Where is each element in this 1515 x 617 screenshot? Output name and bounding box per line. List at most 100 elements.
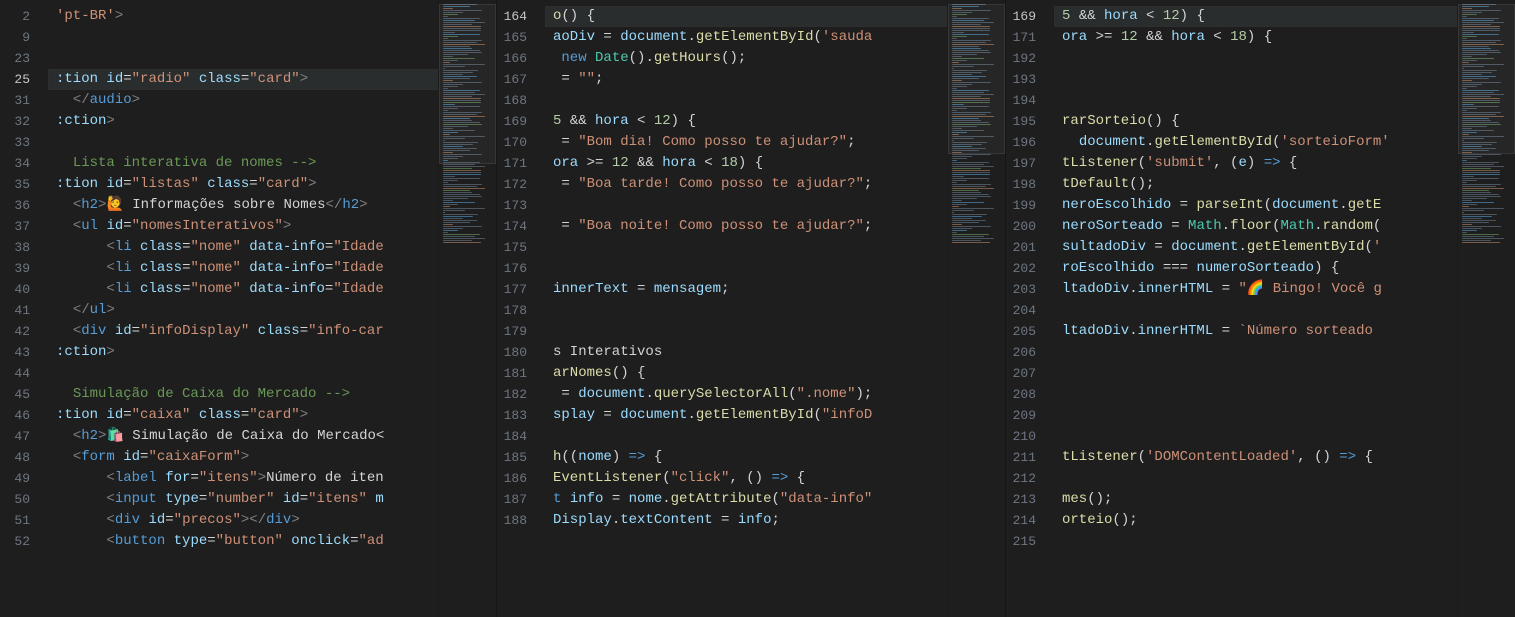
line-number: 207 xyxy=(1006,363,1054,384)
code-line[interactable]: = document.querySelectorAll(".nome"); xyxy=(553,384,947,405)
code-line[interactable]: <ul id="nomesInterativos"> xyxy=(56,216,438,237)
editor-pane-2[interactable]: 1641651661671681691701711721731741751761… xyxy=(497,0,1006,617)
code-line[interactable]: = ""; xyxy=(553,69,947,90)
code-line[interactable]: t info = nome.getAttribute("data-info" xyxy=(553,489,947,510)
line-number: 177 xyxy=(497,279,545,300)
code-line[interactable]: innerText = mensagem; xyxy=(553,279,947,300)
minimap-1[interactable] xyxy=(438,0,496,617)
code-line[interactable] xyxy=(1062,342,1457,363)
minimap-viewport-1[interactable] xyxy=(439,4,496,164)
code-line[interactable] xyxy=(1062,363,1457,384)
code-area-2[interactable]: o() {aoDiv = document.getElementById('sa… xyxy=(545,0,947,617)
minimap-2[interactable] xyxy=(947,0,1005,617)
line-number: 42 xyxy=(0,321,48,342)
code-line[interactable]: aoDiv = document.getElementById('sauda xyxy=(553,27,947,48)
code-line[interactable]: ltadoDiv.innerHTML = `Número sorteado xyxy=(1062,321,1457,342)
code-line[interactable]: new Date().getHours(); xyxy=(553,48,947,69)
code-line[interactable]: <label for="itens">Número de iten xyxy=(56,468,438,489)
code-line[interactable] xyxy=(1062,531,1457,552)
code-line[interactable]: 5 && hora < 12) { xyxy=(1054,6,1457,27)
code-line[interactable] xyxy=(553,258,947,279)
code-line[interactable]: = "Boa tarde! Como posso te ajudar?"; xyxy=(553,174,947,195)
code-line[interactable] xyxy=(553,90,947,111)
code-line[interactable]: neroEscolhido = parseInt(document.getE xyxy=(1062,195,1457,216)
code-line[interactable]: h((nome) => { xyxy=(553,447,947,468)
code-line[interactable]: <h2>🛍️ Simulação de Caixa do Mercado< xyxy=(56,426,438,447)
line-number: 174 xyxy=(497,216,545,237)
minimap-3[interactable] xyxy=(1457,0,1515,617)
code-line[interactable] xyxy=(56,27,438,48)
line-number: 49 xyxy=(0,468,48,489)
code-line[interactable]: <button type="button" onclick="ad xyxy=(56,531,438,552)
code-line[interactable]: :tion id="listas" class="card"> xyxy=(56,174,438,195)
code-line[interactable] xyxy=(1062,69,1457,90)
code-line[interactable]: = "Bom dia! Como posso te ajudar?"; xyxy=(553,132,947,153)
code-line[interactable] xyxy=(1062,405,1457,426)
code-line[interactable]: tDefault(); xyxy=(1062,174,1457,195)
editor-pane-3[interactable]: 1691711921931941951961971981992002012022… xyxy=(1006,0,1515,617)
code-line[interactable]: <li class="nome" data-info="Idade xyxy=(56,237,438,258)
code-line[interactable]: tListener('submit', (e) => { xyxy=(1062,153,1457,174)
code-line[interactable]: </audio> xyxy=(56,90,438,111)
code-line[interactable]: 'pt-BR'> xyxy=(56,6,438,27)
code-line[interactable]: Lista interativa de nomes --> xyxy=(56,153,438,174)
minimap-viewport-3[interactable] xyxy=(1458,4,1515,154)
code-line[interactable]: s Interativos xyxy=(553,342,947,363)
code-line[interactable] xyxy=(553,426,947,447)
minimap-viewport-2[interactable] xyxy=(948,4,1005,154)
code-line[interactable]: <form id="caixaForm"> xyxy=(56,447,438,468)
code-line[interactable]: neroSorteado = Math.floor(Math.random( xyxy=(1062,216,1457,237)
code-line[interactable]: rarSorteio() { xyxy=(1062,111,1457,132)
code-line[interactable]: ltadoDiv.innerHTML = "🌈 Bingo! Você g xyxy=(1062,279,1457,300)
gutter-3: 1691711921931941951961971981992002012022… xyxy=(1006,0,1054,617)
code-line[interactable]: sultadoDiv = document.getElementById(' xyxy=(1062,237,1457,258)
code-line[interactable]: splay = document.getElementById("infoD xyxy=(553,405,947,426)
code-line[interactable]: :ction> xyxy=(56,342,438,363)
code-line[interactable]: <li class="nome" data-info="Idade xyxy=(56,258,438,279)
code-line[interactable]: <h2>🙋 Informações sobre Nomes</h2> xyxy=(56,195,438,216)
code-line[interactable]: Display.textContent = info; xyxy=(553,510,947,531)
code-line[interactable] xyxy=(553,237,947,258)
code-line[interactable] xyxy=(1062,300,1457,321)
line-number: 35 xyxy=(0,174,48,195)
line-number: 196 xyxy=(1006,132,1054,153)
code-line[interactable]: roEscolhido === numeroSorteado) { xyxy=(1062,258,1457,279)
code-line[interactable] xyxy=(553,195,947,216)
line-number: 51 xyxy=(0,510,48,531)
code-area-1[interactable]: 'pt-BR'> :tion id="radio" class="card"> <… xyxy=(48,0,438,617)
code-line[interactable]: <input type="number" id="itens" m xyxy=(56,489,438,510)
code-line[interactable] xyxy=(56,132,438,153)
code-line[interactable] xyxy=(56,48,438,69)
code-line[interactable] xyxy=(1062,384,1457,405)
code-line[interactable]: <div id="infoDisplay" class="info-car xyxy=(56,321,438,342)
code-line[interactable] xyxy=(1062,90,1457,111)
code-line[interactable]: :ction> xyxy=(56,111,438,132)
code-line[interactable] xyxy=(553,321,947,342)
code-line[interactable]: arNomes() { xyxy=(553,363,947,384)
code-line[interactable] xyxy=(1062,426,1457,447)
code-line[interactable]: </ul> xyxy=(56,300,438,321)
code-line[interactable]: ora >= 12 && hora < 18) { xyxy=(553,153,947,174)
code-line[interactable]: Simulação de Caixa do Mercado --> xyxy=(56,384,438,405)
line-number: 44 xyxy=(0,363,48,384)
code-line[interactable]: tListener('DOMContentLoaded', () => { xyxy=(1062,447,1457,468)
code-line[interactable]: = "Boa noite! Como posso te ajudar?"; xyxy=(553,216,947,237)
code-line[interactable] xyxy=(553,300,947,321)
code-line[interactable] xyxy=(1062,48,1457,69)
code-line[interactable] xyxy=(56,363,438,384)
code-line[interactable]: :tion id="radio" class="card"> xyxy=(48,69,438,90)
code-line[interactable]: EventListener("click", () => { xyxy=(553,468,947,489)
code-line[interactable] xyxy=(1062,468,1457,489)
code-line[interactable]: document.getElementById('sorteioForm' xyxy=(1062,132,1457,153)
code-line[interactable]: :tion id="caixa" class="card"> xyxy=(56,405,438,426)
code-line[interactable]: <div id="precos"></div> xyxy=(56,510,438,531)
code-line[interactable]: mes(); xyxy=(1062,489,1457,510)
code-area-3[interactable]: 5 && hora < 12) {ora >= 12 && hora < 18)… xyxy=(1054,0,1457,617)
code-line[interactable]: orteio(); xyxy=(1062,510,1457,531)
code-line[interactable]: 5 && hora < 12) { xyxy=(553,111,947,132)
code-line[interactable]: o() { xyxy=(545,6,947,27)
line-number: 215 xyxy=(1006,531,1054,552)
editor-pane-1[interactable]: 2923253132333435363738394041424344454647… xyxy=(0,0,497,617)
code-line[interactable]: <li class="nome" data-info="Idade xyxy=(56,279,438,300)
code-line[interactable]: ora >= 12 && hora < 18) { xyxy=(1062,27,1457,48)
